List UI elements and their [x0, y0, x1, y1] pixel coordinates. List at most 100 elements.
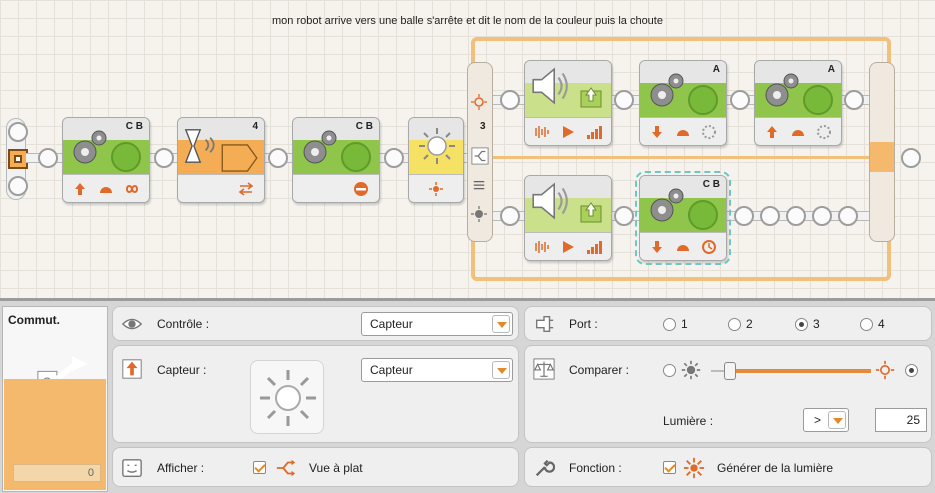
bottom-ring-4: [760, 206, 780, 226]
speed-gauge-icon: [100, 187, 112, 193]
arrow-up-icon: [75, 183, 85, 195]
light-value-input[interactable]: 25: [875, 408, 927, 432]
top-ring-1: [500, 90, 520, 110]
display-option-label: Vue à plat: [309, 461, 363, 475]
block-summary: Commut. ? 0: [2, 306, 108, 492]
function-cell: Fonction : Générer de la lumière: [524, 447, 932, 487]
arrow-down-icon: [652, 241, 662, 253]
speaker-icon: [532, 67, 568, 105]
block-ports: A: [712, 64, 720, 75]
sensor-arrow-icon: [122, 359, 142, 379]
light-burst-icon: [683, 457, 705, 479]
bottom-ring-2: [614, 206, 634, 226]
chevron-shape-icon: [221, 144, 258, 172]
list-icon: [473, 180, 485, 190]
block-ports: A: [827, 64, 835, 75]
move-block-2[interactable]: C B: [292, 117, 380, 203]
port-option-3: 3: [813, 317, 820, 331]
gear-icon: [650, 73, 684, 107]
function-checkbox[interactable]: [663, 461, 676, 474]
port-option-2: 2: [746, 317, 753, 331]
waveform-icon: [535, 241, 549, 253]
port-option-1: 1: [681, 317, 688, 331]
gear-icon: [303, 130, 337, 164]
compare-slider-thumb[interactable]: [724, 362, 737, 380]
light-operator-value: >: [814, 413, 822, 427]
infinity-icon: [125, 185, 139, 193]
program-canvas[interactable]: mon robot arrive vers une balle s'arrête…: [0, 0, 935, 298]
motor-block-top-2[interactable]: A: [754, 60, 842, 146]
bottom-ring-6: [812, 206, 832, 226]
light-label: Lumière :: [663, 414, 714, 428]
bottom-ring-1: [500, 206, 520, 226]
block-counter: 0: [13, 464, 101, 482]
volume-bars-icon: [587, 241, 602, 254]
switch-icon: [471, 147, 489, 165]
compare-slider[interactable]: [711, 362, 871, 380]
switch-divider: [493, 156, 869, 159]
play-icon: [563, 126, 574, 138]
start-ring-bottom[interactable]: [8, 176, 28, 196]
port-radio-1[interactable]: [663, 318, 676, 331]
dark-sun-icon: [471, 206, 487, 222]
sensor-dropdown[interactable]: Capteur: [361, 358, 513, 382]
switch-right-accent: [870, 142, 894, 172]
port-icon: [535, 315, 554, 333]
light-sensor-preview: [250, 360, 324, 434]
beam-ring-2: [154, 148, 174, 168]
switch-light-block[interactable]: [408, 117, 464, 203]
end-ring: [901, 148, 921, 168]
speed-gauge-icon: [792, 130, 804, 136]
block-ports: C B: [355, 121, 373, 132]
gear-icon: [73, 130, 107, 164]
port-radio-3[interactable]: [795, 318, 808, 331]
chevron-down-icon[interactable]: [492, 361, 510, 379]
port-radio-4[interactable]: [860, 318, 873, 331]
wait-sound-block[interactable]: 4: [177, 117, 265, 203]
port-radio-2[interactable]: [728, 318, 741, 331]
scale-icon: [533, 358, 555, 380]
play-icon: [563, 241, 574, 253]
switch-port-number: 3: [480, 121, 486, 132]
display-label: Afficher :: [157, 461, 205, 475]
switch-arrows-icon: [276, 459, 296, 477]
motor-block-top-1[interactable]: A: [639, 60, 727, 146]
sound-block-bottom[interactable]: [524, 175, 612, 261]
chevron-down-icon[interactable]: [828, 411, 846, 429]
beam-ring-1: [38, 148, 58, 168]
port-option-4: 4: [878, 317, 885, 331]
light-burst-icon: [429, 182, 443, 196]
compare-label: Comparer :: [569, 363, 630, 377]
display-cell: Afficher : Vue à plat: [112, 447, 519, 487]
chevron-down-icon[interactable]: [492, 315, 510, 333]
light-operator-dropdown[interactable]: >: [803, 408, 849, 432]
compare-dark-radio[interactable]: [663, 364, 676, 377]
control-dropdown[interactable]: Capteur: [361, 312, 513, 336]
move-block-bottom[interactable]: C B: [635, 171, 731, 265]
compare-bright-radio[interactable]: [905, 364, 918, 377]
control-label: Contrôle :: [157, 317, 210, 331]
port-cell: Port : 1 2 3 4: [524, 306, 932, 341]
waveform-icon: [535, 126, 549, 138]
configuration-panel: Commut. ? 0 Contrôle : Capteur Capteur :…: [0, 298, 935, 493]
block-ports: 4: [252, 121, 258, 132]
speaker-icon: [532, 182, 568, 220]
function-option-label: Générer de la lumière: [717, 461, 834, 475]
light-sensor-icon: [260, 370, 316, 426]
dark-sun-icon: [681, 360, 701, 380]
block-ports: C B: [125, 121, 143, 132]
move-block-1[interactable]: C B: [62, 117, 150, 203]
arrow-up-icon: [767, 126, 777, 138]
eye-icon: [121, 318, 143, 330]
top-ring-4: [844, 90, 864, 110]
display-checkbox[interactable]: [253, 461, 266, 474]
sound-block-top[interactable]: [524, 60, 612, 146]
start-ring-top[interactable]: [8, 122, 28, 142]
motor-disc-icon: [341, 142, 371, 172]
beam-ring-3: [268, 148, 288, 168]
hourglass-icon: [184, 129, 202, 163]
rotation-icon: [702, 125, 716, 139]
start-icon[interactable]: [8, 149, 28, 169]
sun-icon: [471, 94, 487, 110]
arrow-down-icon: [652, 126, 662, 138]
